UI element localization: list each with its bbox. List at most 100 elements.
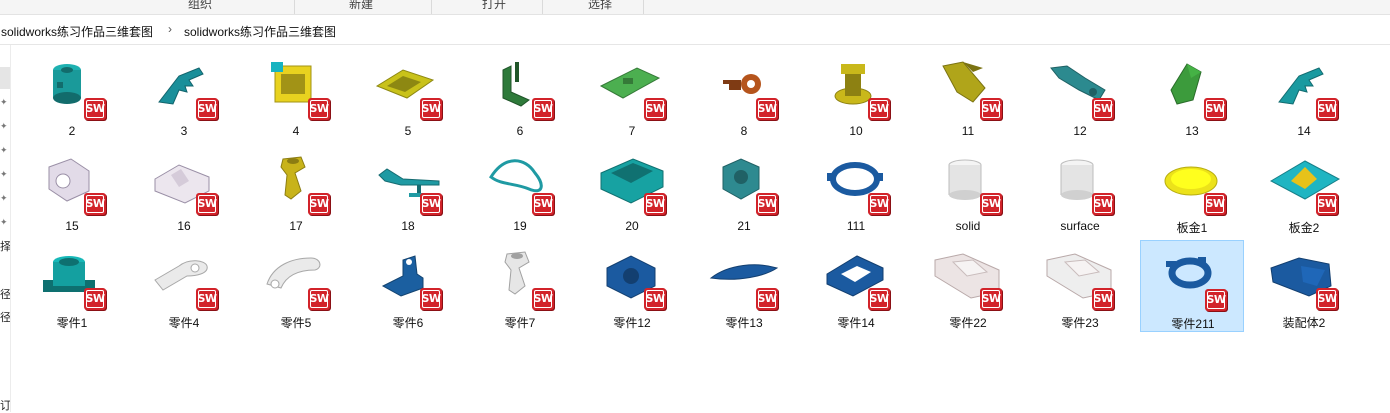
file-name: 零件6 bbox=[392, 316, 424, 330]
file-item[interactable]: SW 17 bbox=[244, 145, 348, 237]
file-item[interactable]: SW 3 bbox=[132, 50, 236, 142]
file-item[interactable]: SW 11 bbox=[916, 50, 1020, 142]
file-name: 零件13 bbox=[725, 316, 763, 330]
file-item[interactable]: SW 16 bbox=[132, 145, 236, 237]
solidworks-icon: SW bbox=[644, 98, 666, 120]
nav-item-label[interactable]: 订 bbox=[0, 397, 10, 413]
ribbon-separator bbox=[294, 0, 295, 14]
file-item[interactable]: SW 19 bbox=[468, 145, 572, 237]
solidworks-badge-text: SW bbox=[421, 102, 441, 115]
file-item[interactable]: SW 4 bbox=[244, 50, 348, 142]
file-item[interactable]: SW 21 bbox=[692, 145, 796, 237]
ribbon-group-open[interactable]: 打开 bbox=[482, 0, 506, 12]
solidworks-icon: SW bbox=[84, 193, 106, 215]
file-item[interactable]: SW 零件211 bbox=[1140, 240, 1244, 332]
file-name: 零件22 bbox=[949, 316, 987, 330]
breadcrumb-current[interactable]: solidworks练习作品三维套图 bbox=[184, 23, 336, 40]
solidworks-badge-text: SW bbox=[85, 292, 105, 305]
solidworks-badge-text: SW bbox=[869, 102, 889, 115]
solidworks-icon: SW bbox=[756, 288, 778, 310]
file-item[interactable]: SW 2 bbox=[20, 50, 124, 142]
file-item[interactable]: SW 111 bbox=[804, 145, 908, 237]
solidworks-icon: SW bbox=[84, 288, 106, 310]
file-item[interactable]: SW 12 bbox=[1028, 50, 1132, 142]
file-item[interactable]: SW 装配体2 bbox=[1252, 240, 1356, 332]
file-item[interactable]: SW 7 bbox=[580, 50, 684, 142]
file-item[interactable]: SW 零件22 bbox=[916, 240, 1020, 332]
solidworks-icon: SW bbox=[1204, 98, 1226, 120]
file-name: 17 bbox=[289, 219, 303, 233]
solidworks-badge-text: SW bbox=[757, 197, 777, 210]
solidworks-icon: SW bbox=[980, 288, 1002, 310]
nav-item-label[interactable]: 择 bbox=[0, 238, 10, 254]
file-item[interactable]: SW 零件14 bbox=[804, 240, 908, 332]
nav-item-label[interactable]: 径 bbox=[0, 286, 10, 302]
file-item[interactable]: SW 板金1 bbox=[1140, 145, 1244, 237]
solidworks-badge-text: SW bbox=[533, 292, 553, 305]
file-item[interactable]: SW 零件23 bbox=[1028, 240, 1132, 332]
file-name: 5 bbox=[404, 124, 412, 138]
solidworks-badge-text: SW bbox=[85, 102, 105, 115]
solidworks-badge-text: SW bbox=[1317, 102, 1337, 115]
solidworks-badge-text: SW bbox=[421, 292, 441, 305]
file-name: 16 bbox=[177, 219, 191, 233]
file-item[interactable]: SW 6 bbox=[468, 50, 572, 142]
solidworks-badge-text: SW bbox=[85, 197, 105, 210]
solidworks-icon: SW bbox=[980, 98, 1002, 120]
file-item[interactable]: SW 零件5 bbox=[244, 240, 348, 332]
ribbon-group-new[interactable]: 新建 bbox=[349, 0, 373, 12]
file-item[interactable]: SW 14 bbox=[1252, 50, 1356, 142]
file-name: 零件12 bbox=[613, 316, 651, 330]
solidworks-badge-text: SW bbox=[421, 197, 441, 210]
file-item[interactable]: SW 18 bbox=[356, 145, 460, 237]
file-item[interactable]: SW 板金2 bbox=[1252, 145, 1356, 237]
solidworks-badge-text: SW bbox=[309, 197, 329, 210]
file-item[interactable]: SW 零件12 bbox=[580, 240, 684, 332]
chevron-right-icon[interactable]: › bbox=[168, 22, 172, 36]
file-item[interactable]: SW 零件4 bbox=[132, 240, 236, 332]
breadcrumb-parent[interactable]: solidworks练习作品三维套图 bbox=[1, 23, 153, 40]
solidworks-badge-text: SW bbox=[1093, 102, 1113, 115]
file-item[interactable]: SW 零件13 bbox=[692, 240, 796, 332]
file-item[interactable]: SW 零件1 bbox=[20, 240, 124, 332]
file-item[interactable]: SW 8 bbox=[692, 50, 796, 142]
file-item[interactable]: SW solid bbox=[916, 145, 1020, 237]
solidworks-icon: SW bbox=[420, 98, 442, 120]
file-item[interactable]: SW 15 bbox=[20, 145, 124, 237]
address-bar[interactable]: solidworks练习作品三维套图 › solidworks练习作品三维套图 bbox=[0, 18, 1390, 45]
file-item[interactable]: SW 10 bbox=[804, 50, 908, 142]
solidworks-icon: SW bbox=[868, 193, 890, 215]
solidworks-badge-text: SW bbox=[757, 292, 777, 305]
solidworks-badge-text: SW bbox=[981, 197, 1001, 210]
solidworks-badge-text: SW bbox=[533, 197, 553, 210]
file-item[interactable]: SW 5 bbox=[356, 50, 460, 142]
solidworks-badge-text: SW bbox=[757, 102, 777, 115]
solidworks-icon: SW bbox=[868, 98, 890, 120]
pin-icon: ✦ bbox=[0, 145, 8, 155]
file-item[interactable]: SW 20 bbox=[580, 145, 684, 237]
file-name: surface bbox=[1060, 219, 1100, 233]
file-item[interactable]: SW 13 bbox=[1140, 50, 1244, 142]
nav-selected-item[interactable] bbox=[0, 67, 10, 89]
file-name: 4 bbox=[292, 124, 300, 138]
file-name: 8 bbox=[740, 124, 748, 138]
solidworks-badge-text: SW bbox=[981, 292, 1001, 305]
ribbon-group-select[interactable]: 选择 bbox=[588, 0, 612, 12]
solidworks-badge-text: SW bbox=[645, 197, 665, 210]
file-name: 6 bbox=[516, 124, 524, 138]
solidworks-badge-text: SW bbox=[645, 292, 665, 305]
ribbon-separator bbox=[643, 0, 644, 14]
file-item[interactable]: SW surface bbox=[1028, 145, 1132, 237]
nav-item-label[interactable]: 径 bbox=[0, 309, 10, 325]
file-item[interactable]: SW 零件6 bbox=[356, 240, 460, 332]
solidworks-icon: SW bbox=[196, 288, 218, 310]
ribbon-group-organize[interactable]: 组织 bbox=[188, 0, 212, 12]
file-item[interactable]: SW 零件7 bbox=[468, 240, 572, 332]
file-name: 零件23 bbox=[1061, 316, 1099, 330]
file-name: 19 bbox=[513, 219, 527, 233]
file-list: SW 2 SW 3 SW 4 SW 5 SW 6 SW 7 SW 8 SW 10 SW 11 SW 12 SW 13 SW 1… bbox=[20, 50, 1390, 412]
solidworks-badge-text: SW bbox=[869, 292, 889, 305]
file-name: 3 bbox=[180, 124, 188, 138]
solidworks-icon: SW bbox=[1092, 193, 1114, 215]
solidworks-icon: SW bbox=[1316, 98, 1338, 120]
